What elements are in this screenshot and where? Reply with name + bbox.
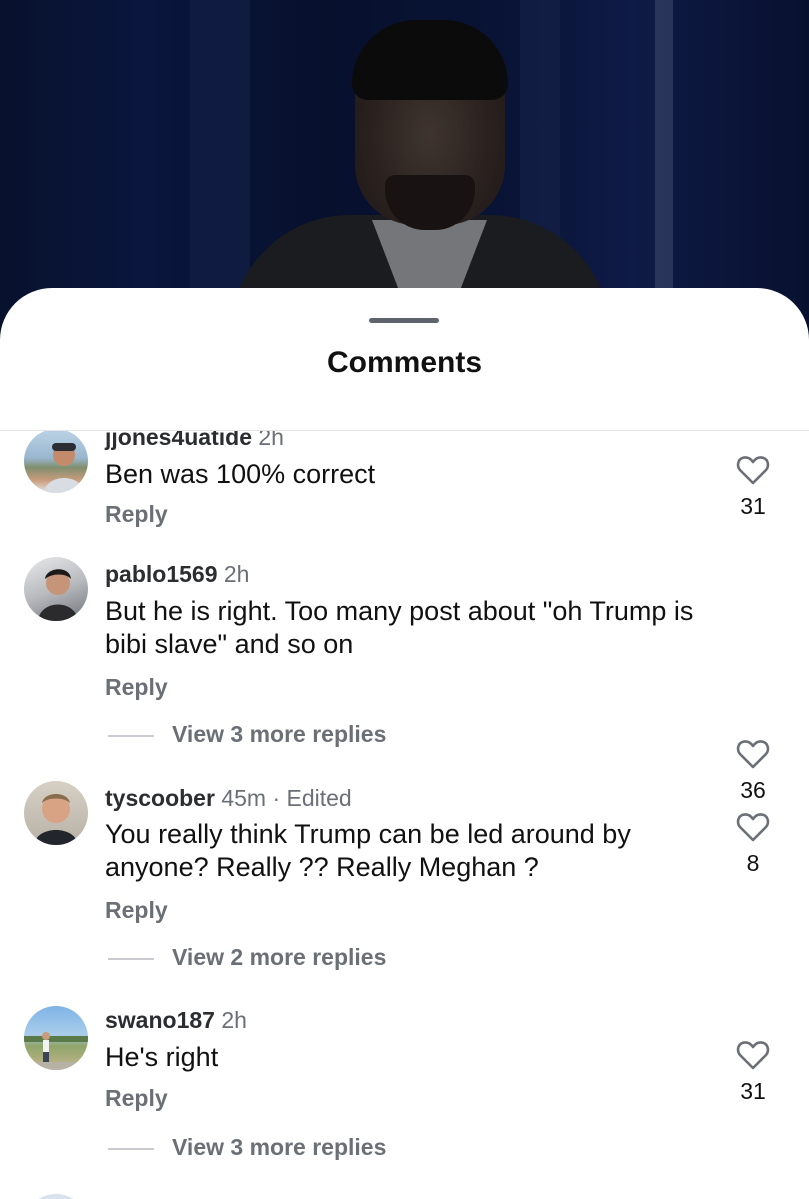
view-more-replies-button[interactable]: View 3 more replies — [108, 721, 386, 748]
sheet-grabber-handle[interactable] — [369, 318, 439, 323]
like-count: 31 — [740, 493, 766, 519]
comment-username[interactable]: swano187 2h — [105, 1007, 247, 1034]
comment-text: Ben was 100% correct — [105, 459, 376, 489]
avatar[interactable] — [24, 431, 88, 493]
comment-username[interactable]: jjones4uatide 2h — [105, 431, 284, 451]
comments-sheet: Comments jjones4uatide 2h Ben was 100% c… — [0, 288, 809, 1199]
comment-timestamp: 2h — [223, 561, 250, 587]
view-more-replies-button[interactable]: View 3 more replies — [108, 1134, 386, 1161]
sheet-title: Comments — [326, 346, 483, 379]
comment-timestamp: 2h — [221, 1007, 247, 1033]
like-count: 8 — [746, 850, 760, 876]
heart-outline-icon — [736, 1041, 770, 1070]
like-button[interactable]: 8 — [734, 812, 772, 877]
like-button[interactable]: 31 — [734, 1040, 772, 1105]
avatar[interactable] — [24, 1006, 88, 1070]
avatar[interactable] — [24, 1194, 88, 1199]
heart-outline-icon — [736, 740, 770, 769]
like-count: 31 — [740, 1078, 766, 1104]
avatar[interactable] — [24, 557, 88, 621]
reply-button[interactable]: Reply — [105, 1085, 168, 1112]
heart-outline-icon — [736, 813, 770, 842]
comment-timestamp: 2h — [258, 431, 284, 450]
comment-text: But he is right. Too many post about "oh… — [105, 596, 694, 659]
comment-timestamp: 45m · Edited — [221, 785, 352, 811]
reply-button[interactable]: Reply — [105, 501, 168, 528]
reply-button[interactable]: Reply — [105, 897, 168, 924]
avatar[interactable] — [24, 781, 88, 845]
like-count: 36 — [740, 777, 766, 803]
reply-button[interactable]: Reply — [105, 674, 168, 701]
comment-username[interactable]: tyscoober 45m · Edited — [105, 785, 352, 812]
like-button[interactable]: 31 — [734, 455, 772, 520]
view-more-replies-button[interactable]: View 2 more replies — [108, 944, 386, 971]
comment-text: He's right — [105, 1042, 219, 1072]
comment-text: You really think Trump can be led around… — [105, 819, 631, 882]
heart-outline-icon — [736, 456, 770, 485]
comment-username[interactable]: pablo1569 2h — [105, 561, 249, 588]
comments-list[interactable]: jjones4uatide 2h Ben was 100% correct Re… — [0, 431, 809, 1199]
like-button[interactable]: 36 — [734, 739, 772, 804]
